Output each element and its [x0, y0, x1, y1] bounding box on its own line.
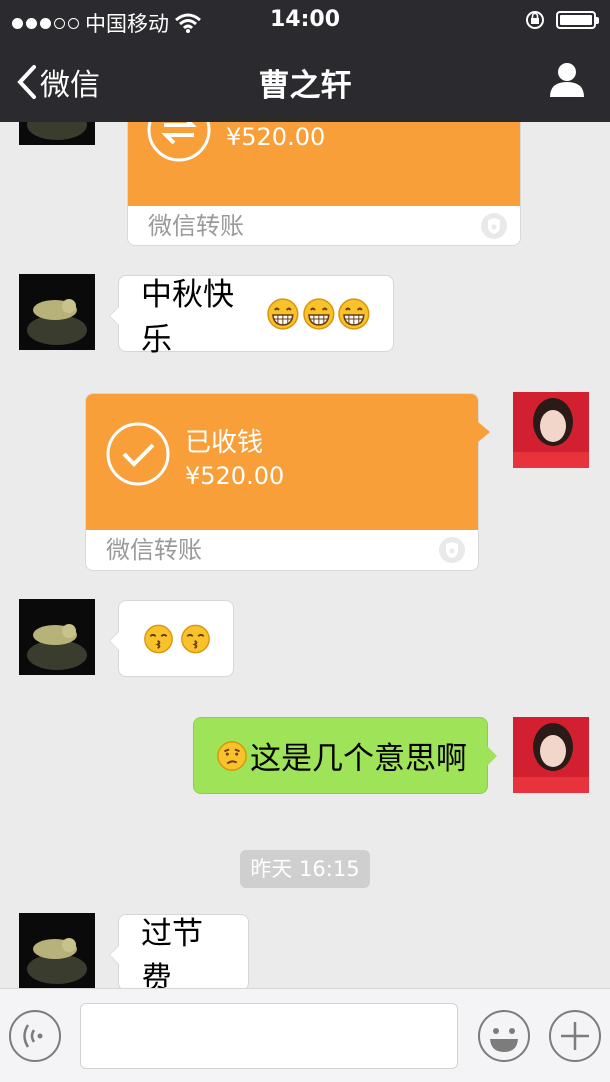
status-bar: 中国移动 14:00	[0, 0, 610, 40]
message-bubble[interactable]: 过节费	[109, 914, 249, 988]
transfer-source: 微信转账	[106, 536, 202, 564]
transfer-icon	[147, 122, 211, 162]
plus-icon	[549, 1010, 601, 1062]
battery-icon	[556, 11, 599, 29]
status-time: 14:00	[269, 7, 341, 32]
grin-emoji-icon	[267, 297, 299, 330]
thinking-emoji-icon	[217, 740, 247, 771]
back-label: 微信	[40, 68, 100, 103]
chat-area[interactable]: ¥520.00 微信转账 中秋快乐 已收钱 ¥520.00 微信转账 这是几个意…	[0, 122, 610, 988]
contact-profile-button[interactable]	[548, 60, 586, 102]
input-bar	[0, 988, 610, 1082]
wechat-pay-shield-icon	[481, 213, 507, 239]
my-avatar[interactable]	[513, 392, 589, 468]
chevron-left-icon	[17, 65, 36, 99]
chat-timestamp: 昨天 16:15	[240, 850, 370, 888]
voice-input-button[interactable]	[8, 1009, 62, 1067]
message-bubble[interactable]: 这是几个意思啊	[193, 717, 497, 794]
back-button[interactable]: 微信	[16, 60, 100, 104]
message-bubble[interactable]: 中秋快乐	[109, 275, 394, 358]
transfer-card[interactable]: 已收钱 ¥520.00 微信转账	[85, 393, 490, 571]
grin-emoji-icon	[302, 297, 335, 330]
message-input[interactable]	[80, 1003, 458, 1069]
message-text: 中秋快乐	[141, 276, 234, 358]
transfer-card[interactable]: ¥520.00 微信转账	[127, 122, 521, 246]
emoji-button[interactable]	[477, 1009, 531, 1067]
check-circle-icon	[106, 422, 170, 486]
wechat-pay-shield-icon	[439, 537, 465, 563]
transfer-title: 已收钱	[185, 428, 264, 458]
contact-avatar[interactable]	[19, 599, 95, 675]
my-avatar[interactable]	[513, 717, 589, 793]
contact-avatar[interactable]	[19, 122, 95, 145]
person-icon	[550, 63, 584, 97]
message-text: 这是几个意思啊	[250, 741, 467, 777]
message-bubble[interactable]	[109, 600, 234, 677]
contact-avatar[interactable]	[19, 913, 95, 988]
kiss-emoji-icon	[144, 624, 173, 653]
transfer-source: 微信转账	[148, 212, 244, 240]
message-text: 过节费	[141, 915, 203, 989]
smiley-icon	[478, 1010, 530, 1062]
transfer-amount: ¥520.00	[185, 462, 285, 490]
kiss-emoji-icon	[181, 624, 210, 653]
contact-avatar[interactable]	[19, 274, 95, 350]
rotation-lock-icon	[526, 11, 544, 29]
nav-bar: 微信 曹之轩	[0, 40, 610, 122]
voice-icon	[9, 1010, 61, 1062]
more-options-button[interactable]	[548, 1009, 602, 1067]
transfer-amount: ¥520.00	[226, 123, 326, 151]
grin-emoji-icon	[338, 297, 370, 330]
